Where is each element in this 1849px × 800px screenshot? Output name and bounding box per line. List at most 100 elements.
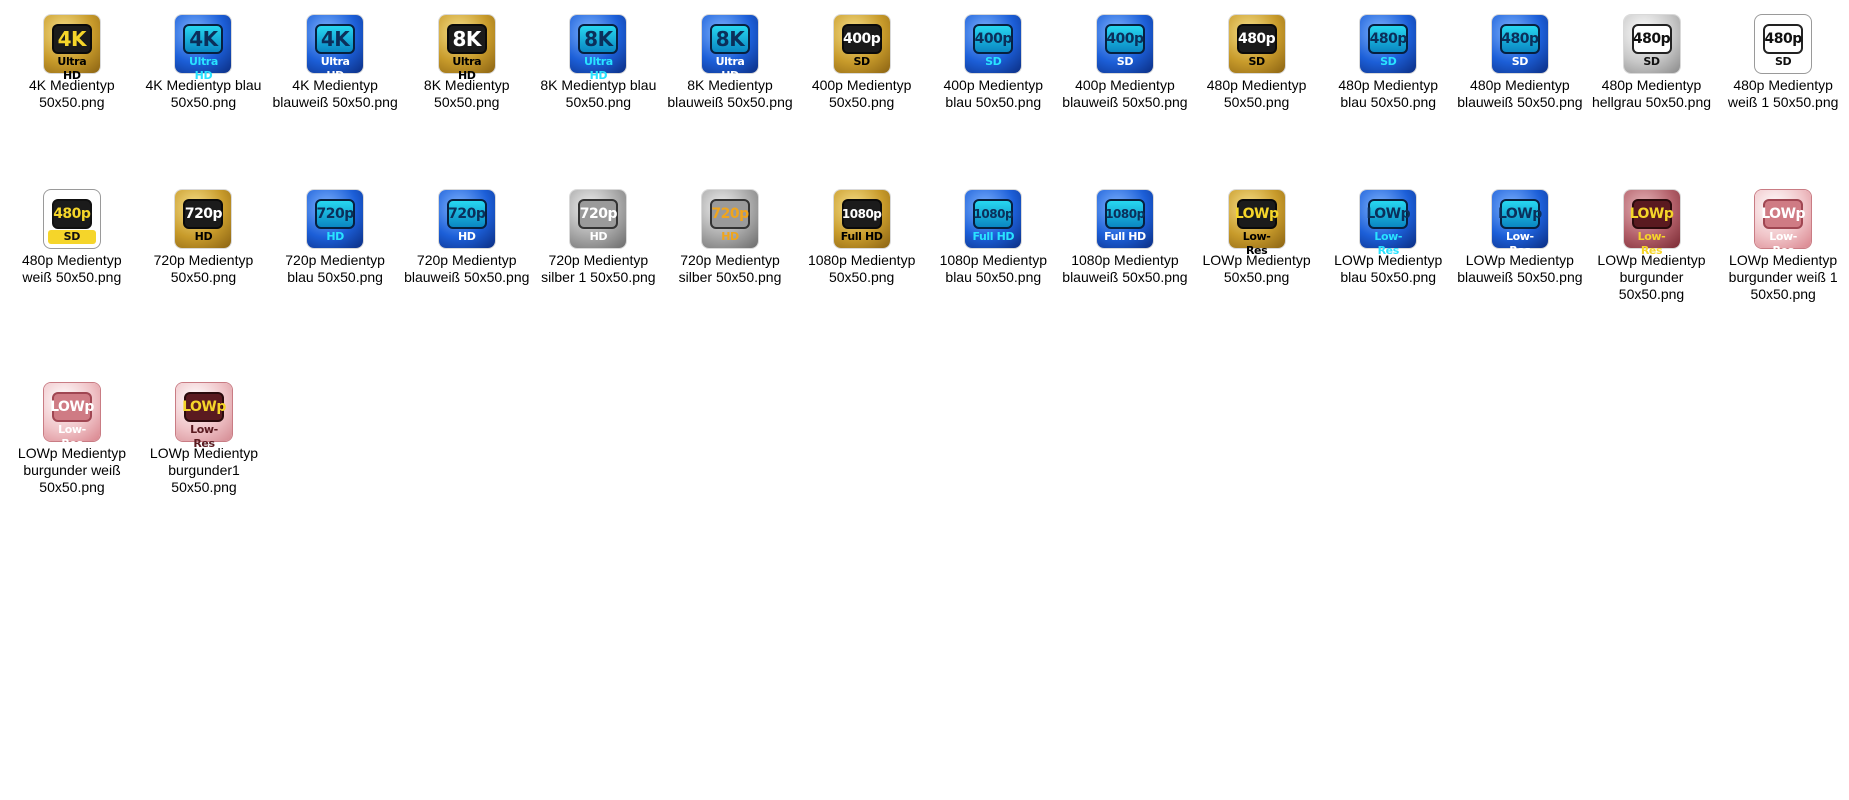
file-name-label: LOWp Medientyp burgunder weiß 50x50.png xyxy=(17,445,127,495)
file-item[interactable]: 1080p Full HD 1080p Medientyp blau 50x50.p… xyxy=(927,190,1059,286)
icon-badge-text: LOWp xyxy=(1630,199,1674,229)
file-item[interactable]: 480p SD 480p Medientyp weiß 1 50x50.png xyxy=(1717,15,1849,111)
file-thumbnail[interactable]: 1080p Full HD xyxy=(833,190,890,248)
8k-media-type-blue-icon: 8K Ultra HD xyxy=(570,15,627,82)
file-thumbnail[interactable]: 1080p Full HD xyxy=(965,190,1022,248)
file-item[interactable]: 400p SD 400p Medientyp blau 50x50.png xyxy=(927,15,1059,111)
file-item[interactable]: LOWp Low-Res LOWp Medientyp blau 50x50.png xyxy=(1322,190,1454,286)
720p-media-type-blue-icon: 720p HD xyxy=(307,190,364,248)
file-name-label: LOWp Medientyp burgunder1 50x50.png xyxy=(149,445,259,495)
file-item[interactable]: 720p HD 720p Medientyp blauweiß 50x50.png xyxy=(401,190,533,286)
file-name-label: 720p Medientyp silber 50x50.png xyxy=(678,252,782,285)
file-item[interactable]: 400p SD 400p Medientyp blauweiß 50x50.png xyxy=(1059,15,1191,111)
file-thumbnail[interactable]: LOWp Low-Res xyxy=(1623,190,1680,257)
icon-subtitle-text: SD xyxy=(985,55,1002,68)
file-thumbnail[interactable]: 400p SD xyxy=(965,15,1022,73)
file-thumbnail[interactable]: 8K Ultra HD xyxy=(438,15,495,82)
icon-subtitle-text: Low-Res xyxy=(58,423,86,450)
file-thumbnail[interactable]: LOWp Low-Res xyxy=(44,383,100,450)
file-thumbnail[interactable]: 480p SD xyxy=(1491,15,1548,73)
lowp-media-type-burgundy-icon: LOWp Low-Res xyxy=(1623,190,1680,257)
icon-subtitle-text: Low-Res xyxy=(1506,230,1534,257)
file-thumbnail[interactable]: 4K Ultra HD xyxy=(307,15,364,82)
file-thumbnail[interactable]: 720p HD xyxy=(570,190,627,248)
file-item[interactable]: 4K Ultra HD 4K Medientyp 50x50.png xyxy=(6,15,138,111)
icon-badge-text: 1080p xyxy=(841,199,882,229)
720p-media-type-silver-1-icon: 720p HD xyxy=(570,190,627,248)
icon-badge-text: 720p xyxy=(710,199,751,229)
file-row: LOWp Low-Res LOWp Medientyp burgunder weiß… xyxy=(6,383,1849,496)
file-item[interactable]: 480p SD 480p Medientyp blau 50x50.png xyxy=(1322,15,1454,111)
icon-subtitle-text: Low-Res xyxy=(1769,230,1797,257)
file-thumbnail[interactable]: 480p SD xyxy=(43,190,100,248)
icon-badge-text: 480p xyxy=(1236,24,1277,54)
file-item[interactable]: 4K Ultra HD 4K Medientyp blau 50x50.png xyxy=(138,15,270,111)
file-item[interactable]: 480p SD 480p Medientyp blauweiß 50x50.png xyxy=(1454,15,1586,111)
480p-media-type-white-1-icon: 480p SD xyxy=(1755,15,1812,73)
file-row: 480p SD 480p Medientyp weiß 50x50.png 720p H… xyxy=(6,190,1849,383)
file-item[interactable]: 480p SD 480p Medientyp weiß 50x50.png xyxy=(6,190,138,286)
file-thumbnail[interactable]: LOWp Low-Res xyxy=(1491,190,1548,257)
400p-media-type-blue-icon: 400p SD xyxy=(965,15,1022,73)
file-grid: 4K Ultra HD 4K Medientyp 50x50.png 4K Ultra … xyxy=(0,15,1849,496)
file-item[interactable]: 480p SD 480p Medientyp hellgrau 50x50.png xyxy=(1586,15,1718,111)
file-item[interactable]: 720p HD 720p Medientyp 50x50.png xyxy=(138,190,270,286)
icon-badge-text: 4K xyxy=(183,24,224,54)
icon-subtitle-text: SD xyxy=(1643,55,1660,68)
icon-badge-text: LOWp xyxy=(182,392,226,422)
file-thumbnail[interactable]: 720p HD xyxy=(175,190,232,248)
file-item[interactable]: 480p SD 480p Medientyp 50x50.png xyxy=(1191,15,1323,111)
file-name-label: 1080p Medientyp 50x50.png xyxy=(807,252,916,285)
file-thumbnail[interactable]: LOWp Low-Res xyxy=(1228,190,1285,257)
file-item[interactable]: 4K Ultra HD 4K Medientyp blauweiß 50x50.pn… xyxy=(269,15,401,111)
file-item[interactable]: LOWp Low-Res LOWp Medientyp burgunder1 50x… xyxy=(138,383,270,496)
icon-badge-text: LOWp xyxy=(50,392,94,422)
icon-subtitle-text: SD xyxy=(853,55,871,68)
file-name-label: 400p Medientyp blau 50x50.png xyxy=(943,77,1044,110)
file-item[interactable]: 8K Ultra HD 8K Medientyp blauweiß 50x50.pn… xyxy=(664,15,796,111)
file-item[interactable]: 8K Ultra HD 8K Medientyp blau 50x50.png xyxy=(533,15,665,111)
file-name-label: 720p Medientyp blauweiß 50x50.png xyxy=(404,252,530,285)
file-thumbnail[interactable]: LOWp Low-Res xyxy=(176,383,232,450)
file-thumbnail[interactable]: 720p HD xyxy=(438,190,495,248)
file-thumbnail[interactable]: 720p HD xyxy=(702,190,759,248)
file-thumbnail[interactable]: 1080p Full HD xyxy=(1096,190,1153,248)
file-thumbnail[interactable]: 4K Ultra HD xyxy=(175,15,232,82)
file-item[interactable]: LOWp Low-Res LOWp Medientyp burgunder weiß… xyxy=(1717,190,1849,303)
file-thumbnail[interactable]: 480p SD xyxy=(1228,15,1285,73)
icon-badge-text: LOWp xyxy=(1761,199,1806,229)
file-thumbnail[interactable]: 720p HD xyxy=(307,190,364,248)
icon-badge-text: 8K xyxy=(578,24,619,54)
file-thumbnail[interactable]: LOWp Low-Res xyxy=(1360,190,1417,257)
icon-badge-text: 480p xyxy=(51,199,92,229)
file-item[interactable]: 400p SD 400p Medientyp 50x50.png xyxy=(796,15,928,111)
file-thumbnail[interactable]: 400p SD xyxy=(833,15,890,73)
file-thumbnail[interactable]: LOWp Low-Res xyxy=(1755,190,1812,257)
file-item[interactable]: LOWp Low-Res LOWp Medientyp 50x50.png xyxy=(1191,190,1323,286)
file-name-label: 1080p Medientyp blauweiß 50x50.png xyxy=(1062,252,1188,285)
icon-badge-text: 1080p xyxy=(1104,199,1145,229)
icon-badge-text: 480p xyxy=(1499,24,1540,54)
file-thumbnail[interactable]: 480p SD xyxy=(1360,15,1417,73)
file-name-label: 720p Medientyp 50x50.png xyxy=(153,252,254,285)
file-item[interactable]: 1080p Full HD 1080p Medientyp blauweiß 50x… xyxy=(1059,190,1191,286)
file-thumbnail[interactable]: 4K Ultra HD xyxy=(43,15,100,82)
file-item[interactable]: 1080p Full HD 1080p Medientyp 50x50.png xyxy=(796,190,928,286)
file-name-label: 480p Medientyp weiß 50x50.png xyxy=(21,252,122,285)
file-item[interactable]: LOWp Low-Res LOWp Medientyp burgunder 50x5… xyxy=(1586,190,1718,303)
file-item[interactable]: LOWp Low-Res LOWp Medientyp burgunder weiß… xyxy=(6,383,138,496)
file-item[interactable]: 720p HD 720p Medientyp silber 50x50.png xyxy=(664,190,796,286)
file-thumbnail[interactable]: 400p SD xyxy=(1096,15,1153,73)
file-thumbnail[interactable]: 480p SD xyxy=(1755,15,1812,73)
icon-subtitle-text: Full HD xyxy=(840,230,883,243)
file-item[interactable]: 720p HD 720p Medientyp blau 50x50.png xyxy=(269,190,401,286)
icon-subtitle-text: Ultra HD xyxy=(57,55,87,82)
file-item[interactable]: 8K Ultra HD 8K Medientyp 50x50.png xyxy=(401,15,533,111)
file-thumbnail[interactable]: 8K Ultra HD xyxy=(702,15,759,82)
file-item[interactable]: 720p HD 720p Medientyp silber 1 50x50.png xyxy=(533,190,665,286)
file-thumbnail[interactable]: 8K Ultra HD xyxy=(570,15,627,82)
file-thumbnail[interactable]: 480p SD xyxy=(1623,15,1680,73)
icon-subtitle-text: HD xyxy=(457,230,476,243)
file-item[interactable]: LOWp Low-Res LOWp Medientyp blauweiß 50x50… xyxy=(1454,190,1586,286)
icon-subtitle-text: SD xyxy=(47,230,96,244)
